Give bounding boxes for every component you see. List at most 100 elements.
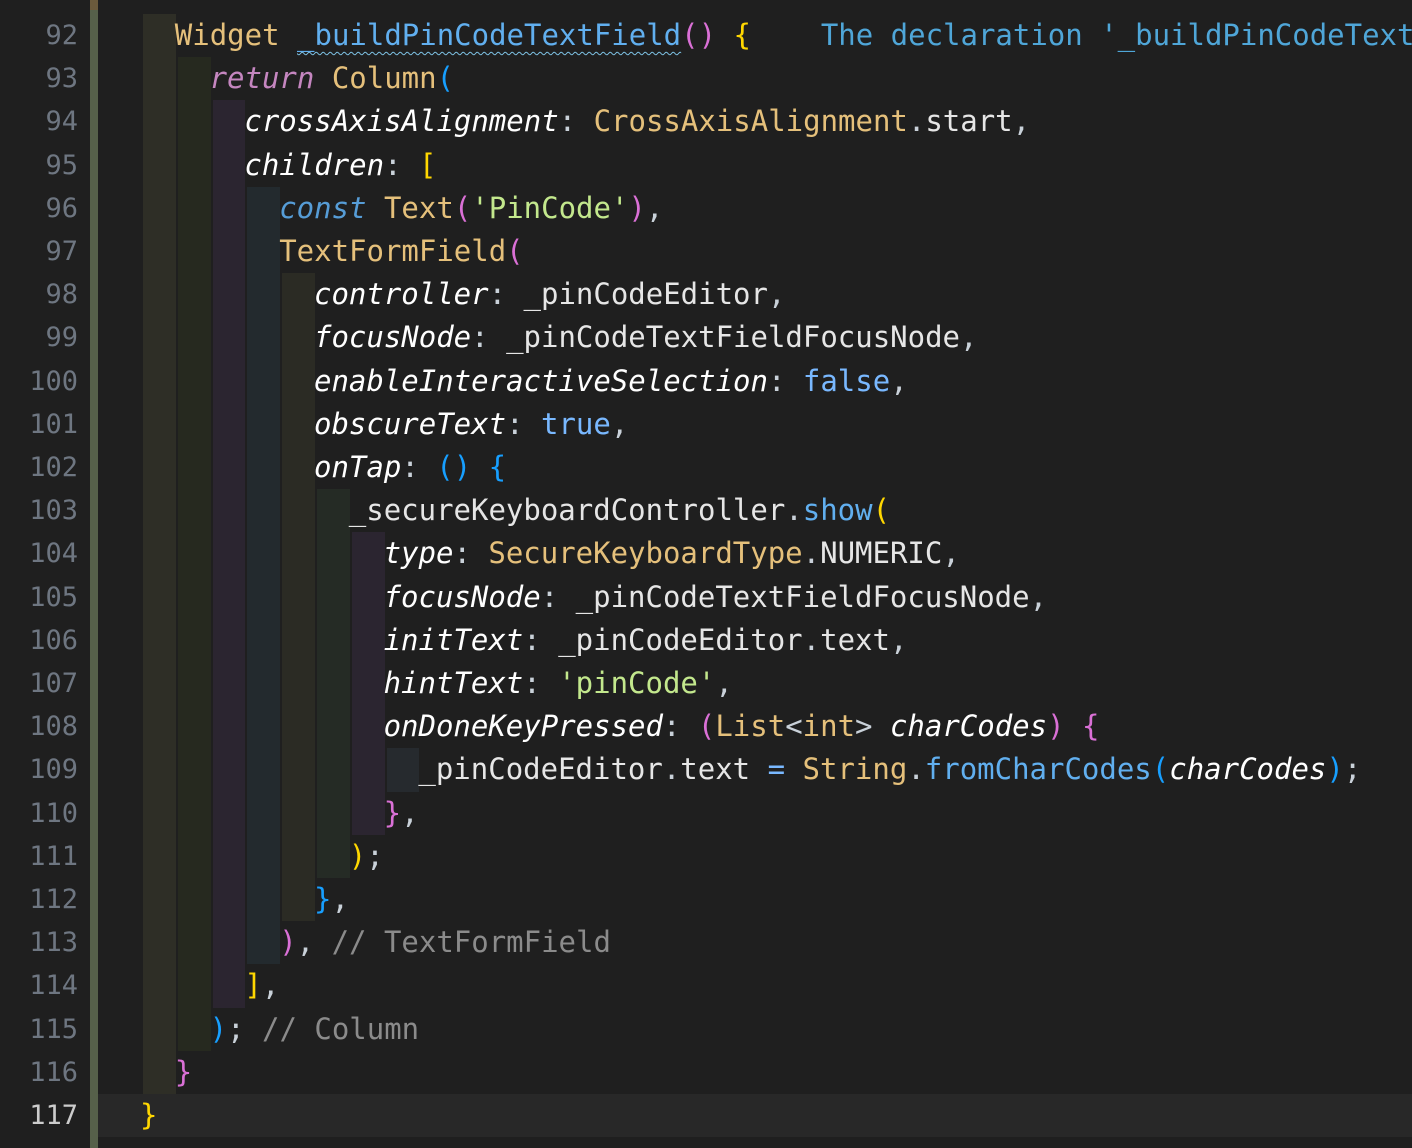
code-token: } bbox=[174, 1054, 193, 1089]
line-number: 101 bbox=[29, 408, 78, 440]
code-token: : bbox=[662, 709, 698, 744]
code-token: ) bbox=[279, 925, 297, 960]
code-token: : bbox=[558, 104, 594, 139]
indent-guide bbox=[177, 446, 211, 490]
indent-guide bbox=[177, 964, 211, 1008]
code-line[interactable]: controller: _pinCodeEditor, bbox=[314, 273, 785, 316]
code-token: , bbox=[331, 882, 349, 916]
code-line[interactable]: onDoneKeyPressed: (List<int> charCodes) … bbox=[384, 705, 1100, 748]
code-line[interactable]: const Text('PinCode'), bbox=[279, 187, 663, 230]
code-token: // TextFormField bbox=[331, 925, 611, 960]
code-line[interactable]: obscureText: true, bbox=[314, 403, 628, 446]
code-line[interactable]: onTap: () { bbox=[314, 446, 506, 489]
line-number: 104 bbox=[29, 538, 78, 570]
line-number: 97 bbox=[45, 236, 78, 267]
code-token: : bbox=[471, 320, 507, 355]
code-line[interactable]: ); // Column bbox=[210, 1008, 420, 1051]
code-line[interactable]: crossAxisAlignment: CrossAxisAlignment.s… bbox=[244, 100, 1030, 143]
indent-guide bbox=[317, 532, 350, 576]
indent-guide bbox=[177, 359, 211, 403]
indent-guide bbox=[351, 748, 385, 792]
indent-guide bbox=[143, 273, 176, 317]
indent-guide bbox=[351, 532, 385, 576]
indent-guide bbox=[247, 230, 281, 274]
current-line-highlight bbox=[98, 1094, 1412, 1137]
code-line[interactable]: } bbox=[175, 1051, 192, 1094]
git-change-bar bbox=[90, 0, 98, 1148]
indent-guide bbox=[177, 230, 211, 274]
indent-guide bbox=[212, 489, 246, 533]
indent-guide bbox=[351, 662, 385, 706]
code-token: _pinCodeEditor bbox=[523, 277, 768, 312]
code-line[interactable]: type: SecureKeyboardType.NUMERIC, bbox=[384, 532, 960, 575]
indent-guide bbox=[247, 662, 281, 706]
code-token: : bbox=[453, 536, 489, 571]
line-number: 96 bbox=[45, 192, 78, 224]
indent-guide bbox=[247, 273, 281, 317]
indent-guide bbox=[282, 402, 315, 446]
code-token: ( bbox=[1151, 752, 1170, 787]
code-token: = bbox=[767, 752, 786, 787]
code-line[interactable]: focusNode: _pinCodeTextFieldFocusNode, bbox=[384, 576, 1047, 619]
indent-guide bbox=[177, 402, 211, 446]
indent-guide bbox=[212, 662, 246, 706]
code-line[interactable]: ), // TextFormField bbox=[279, 921, 611, 964]
indent-guide bbox=[212, 878, 246, 922]
code-token: : bbox=[384, 147, 419, 182]
code-token: controller bbox=[314, 277, 489, 312]
indent-guide bbox=[143, 402, 176, 446]
indent-guide bbox=[143, 446, 176, 490]
indent-guide bbox=[177, 1007, 211, 1051]
code-line[interactable]: _secureKeyboardController.show( bbox=[349, 489, 890, 532]
code-token: : bbox=[767, 363, 803, 398]
code-token: // Column bbox=[261, 1011, 420, 1046]
indent-guide bbox=[212, 705, 246, 749]
code-token: Column bbox=[331, 61, 437, 96]
indent-guide bbox=[212, 618, 246, 662]
code-token: type bbox=[383, 536, 454, 571]
code-line[interactable]: hintText: 'pinCode', bbox=[384, 662, 733, 705]
code-line[interactable]: }, bbox=[384, 792, 419, 835]
indent-guide bbox=[143, 1007, 176, 1051]
line-number: 110 bbox=[29, 797, 78, 829]
code-line[interactable]: return Column( bbox=[210, 57, 454, 100]
code-token: true bbox=[540, 406, 611, 441]
code-token: String bbox=[802, 752, 908, 787]
code-token: { bbox=[733, 18, 751, 52]
code-line[interactable]: ], bbox=[244, 964, 279, 1007]
code-token: enableInteractiveSelection bbox=[314, 363, 768, 398]
line-number: 105 bbox=[29, 581, 78, 613]
indent-guide bbox=[143, 186, 176, 230]
indent-guide bbox=[143, 705, 176, 749]
code-token: : bbox=[523, 622, 559, 657]
indent-guide bbox=[247, 446, 281, 490]
indent-guide bbox=[351, 575, 385, 619]
code-line[interactable]: enableInteractiveSelection: false, bbox=[314, 360, 908, 403]
code-token: : bbox=[523, 666, 559, 700]
indent-guide bbox=[282, 489, 315, 533]
code-token: fromCharCodes bbox=[924, 752, 1152, 787]
code-line[interactable]: TextFormField( bbox=[279, 230, 523, 273]
indent-guide bbox=[212, 316, 246, 360]
code-line[interactable]: Widget _buildPinCodeTextField() { The de… bbox=[175, 14, 1412, 57]
code-line[interactable]: focusNode: _pinCodeTextFieldFocusNode, bbox=[314, 316, 977, 359]
indent-guide bbox=[247, 316, 281, 360]
code-token: CrossAxisAlignment bbox=[593, 104, 908, 139]
code-editor[interactable]: 92 93 94 95 96 97 98 99 100 101 102 103 104 105 106 107… bbox=[0, 0, 1412, 1148]
line-number: 106 bbox=[29, 624, 78, 656]
code-token: () bbox=[681, 18, 717, 52]
code-line[interactable]: ); bbox=[349, 835, 384, 878]
code-line[interactable]: initText: _pinCodeEditor.text, bbox=[384, 619, 908, 662]
indent-guide bbox=[212, 186, 246, 230]
code-token: > bbox=[855, 709, 890, 744]
code-line[interactable]: children: [ bbox=[244, 144, 436, 187]
code-line[interactable]: _pinCodeEditor.text = String.fromCharCod… bbox=[418, 748, 1361, 791]
indent-guide bbox=[282, 446, 315, 490]
code-line[interactable]: } bbox=[140, 1094, 157, 1137]
indent-guide bbox=[143, 14, 176, 58]
line-number: 92 bbox=[45, 20, 78, 51]
code-token: focusNode bbox=[314, 320, 472, 355]
code-line[interactable]: }, bbox=[314, 878, 349, 921]
